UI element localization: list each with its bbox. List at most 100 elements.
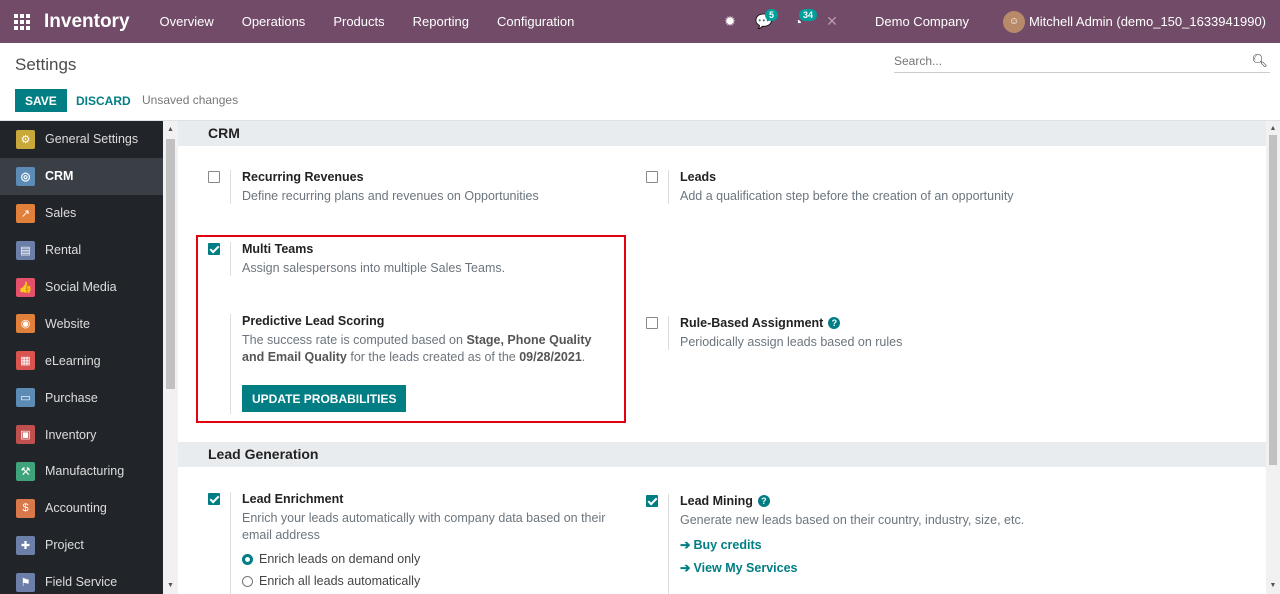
recurring-revenues-desc: Define recurring plans and revenues on O… xyxy=(242,189,539,203)
accounting-icon: $ xyxy=(16,498,35,518)
sales-icon: ↗ xyxy=(16,203,35,223)
content-scrollbar[interactable]: ▲ ▼ xyxy=(1266,121,1280,594)
bug-icon[interactable]: ✹ xyxy=(713,0,747,43)
rule-based-assignment-checkbox[interactable] xyxy=(646,317,658,329)
avatar: ☺ xyxy=(1002,10,1025,33)
crm-section-title: CRM xyxy=(178,121,1266,146)
lead-generation-section-title: Lead Generation xyxy=(178,442,1266,467)
rule-based-assignment-desc: Periodically assign leads based on rules xyxy=(680,335,903,349)
page-title: Settings xyxy=(15,55,77,74)
lead-enrichment-title: Lead Enrichment xyxy=(242,492,344,506)
project-icon: ✚ xyxy=(16,535,35,555)
rental-icon: ▤ xyxy=(16,240,35,260)
save-button[interactable]: SAVE xyxy=(15,89,67,112)
help-icon[interactable]: ? xyxy=(828,317,841,329)
sidebar-item-field-service[interactable]: ⚑ Field Service xyxy=(0,564,163,594)
buy-credits-link[interactable]: ➔ Buy credits xyxy=(680,537,1080,553)
sidebar-item-label: Purchase xyxy=(45,390,98,405)
lead-enrichment-desc: Enrich your leads automatically with com… xyxy=(242,511,606,542)
apps-menu-icon[interactable] xyxy=(0,0,44,43)
sidebar-item-manufacturing[interactable]: ⚒ Manufacturing xyxy=(0,453,163,490)
sidebar-item-purchase[interactable]: ▭ Purchase xyxy=(0,379,163,416)
view-my-services-link[interactable]: ➔ View My Services xyxy=(680,560,1080,576)
sidebar-item-label: Sales xyxy=(45,206,77,221)
messages-icon[interactable]: 💬 5 xyxy=(747,0,781,43)
sidebar-item-label: Field Service xyxy=(45,575,118,590)
sidebar-scroll-thumb[interactable] xyxy=(166,139,175,389)
menu-overview[interactable]: Overview xyxy=(146,0,228,43)
search-input[interactable] xyxy=(894,51,1234,71)
settings-sidebar: ⚙ General Settings ◎ CRM ↗ Sales ▤ Rental 👍 Socia… xyxy=(0,121,163,594)
sidebar-item-website[interactable]: ◉ Website xyxy=(0,305,163,342)
help-icon[interactable]: ? xyxy=(757,495,770,507)
leads-desc: Add a qualification step before the crea… xyxy=(680,189,1014,203)
leads-checkbox[interactable] xyxy=(646,171,658,183)
sidebar-item-label: Project xyxy=(45,538,84,553)
field-service-icon: ⚑ xyxy=(16,572,35,592)
sidebar-item-label: Manufacturing xyxy=(45,464,125,479)
purchase-icon: ▭ xyxy=(16,388,35,408)
sidebar-item-accounting[interactable]: $ Accounting xyxy=(0,490,163,527)
arrow-right-icon: ➔ xyxy=(680,561,691,575)
website-icon: ◉ xyxy=(16,314,35,334)
sidebar-item-elearning[interactable]: ▦ eLearning xyxy=(0,342,163,379)
radio-on-demand-dot[interactable] xyxy=(242,553,253,565)
recurring-revenues-title: Recurring Revenues xyxy=(242,170,364,184)
sidebar-item-label: Social Media xyxy=(45,280,117,294)
elearning-icon: ▦ xyxy=(16,351,35,371)
radio-auto-dot[interactable] xyxy=(242,575,253,587)
lead-enrichment-checkbox[interactable] xyxy=(208,493,220,505)
sidebar-item-label: eLearning xyxy=(45,353,101,368)
leads-title: Leads xyxy=(680,170,717,184)
search-icon[interactable]: 🔍︎ xyxy=(1251,53,1268,69)
sidebar-item-general-settings[interactable]: ⚙ General Settings xyxy=(0,121,163,158)
messages-badge: 5 xyxy=(765,9,779,21)
rule-based-assignment-title: Rule-Based Assignment? xyxy=(680,316,1080,330)
activities-icon[interactable]: ◔ 34 xyxy=(781,0,818,43)
lead-mining-checkbox[interactable] xyxy=(646,495,658,507)
unsaved-status: Unsaved changes xyxy=(142,93,239,107)
gear-icon: ⚙ xyxy=(16,129,35,149)
sidebar-item-crm[interactable]: ◎ CRM xyxy=(0,157,163,195)
menu-configuration[interactable]: Configuration xyxy=(483,0,588,43)
sidebar-item-inventory[interactable]: ▣ Inventory xyxy=(0,416,163,453)
menu-reporting[interactable]: Reporting xyxy=(399,0,483,43)
user-menu[interactable]: ☺ Mitchell Admin (demo_150_1633941990) xyxy=(1002,10,1280,33)
top-navbar: Inventory Overview Operations Products R… xyxy=(0,0,1280,43)
sidebar-item-label: Website xyxy=(45,316,90,331)
sidebar-item-label: Inventory xyxy=(45,427,97,442)
recurring-revenues-checkbox[interactable] xyxy=(208,171,220,183)
scroll-up-icon[interactable]: ▲ xyxy=(1266,122,1280,136)
scroll-up-icon[interactable]: ▲ xyxy=(163,123,178,137)
menu-operations[interactable]: Operations xyxy=(228,0,320,43)
radio-enrich-auto[interactable]: Enrich all leads automatically xyxy=(242,574,612,588)
control-panel: Settings 🔍︎ SAVE DISCARD Unsaved changes xyxy=(0,43,1280,121)
sidebar-item-project[interactable]: ✚ Project xyxy=(0,527,163,564)
inventory-icon: ▣ xyxy=(16,425,35,445)
sidebar-item-label: CRM xyxy=(45,169,74,184)
user-name: Mitchell Admin (demo_150_1633941990) xyxy=(1028,14,1266,29)
manufacturing-icon: ⚒ xyxy=(16,461,35,481)
highlight-box xyxy=(196,235,626,423)
arrow-right-icon: ➔ xyxy=(680,538,691,552)
sidebar-item-label: Rental xyxy=(45,243,82,258)
lead-mining-title: Lead Mining? xyxy=(680,494,1080,508)
social-media-icon: 👍 xyxy=(16,277,35,297)
crm-icon: ◎ xyxy=(16,166,35,186)
search-bar[interactable]: 🔍︎ xyxy=(894,51,1270,73)
content-scroll-thumb[interactable] xyxy=(1269,135,1277,465)
sidebar-item-label: Accounting xyxy=(45,501,107,516)
sidebar-item-social-media[interactable]: 👍 Social Media xyxy=(0,269,163,306)
scroll-down-icon[interactable]: ▼ xyxy=(163,579,178,593)
discard-button[interactable]: DISCARD xyxy=(72,89,135,112)
settings-content: CRM Recurring Revenues Define recurring … xyxy=(178,121,1266,594)
sidebar-scrollbar[interactable]: ▲ ▼ xyxy=(163,121,178,594)
company-switcher[interactable]: Demo Company xyxy=(849,14,1003,29)
app-name[interactable]: Inventory xyxy=(44,11,130,33)
menu-products[interactable]: Products xyxy=(319,0,398,43)
tools-icon[interactable]: ✕ xyxy=(815,0,849,43)
sidebar-item-sales[interactable]: ↗ Sales xyxy=(0,195,163,232)
radio-enrich-on-demand[interactable]: Enrich leads on demand only xyxy=(242,552,612,566)
scroll-down-icon[interactable]: ▼ xyxy=(1266,579,1280,593)
sidebar-item-rental[interactable]: ▤ Rental xyxy=(0,232,163,269)
